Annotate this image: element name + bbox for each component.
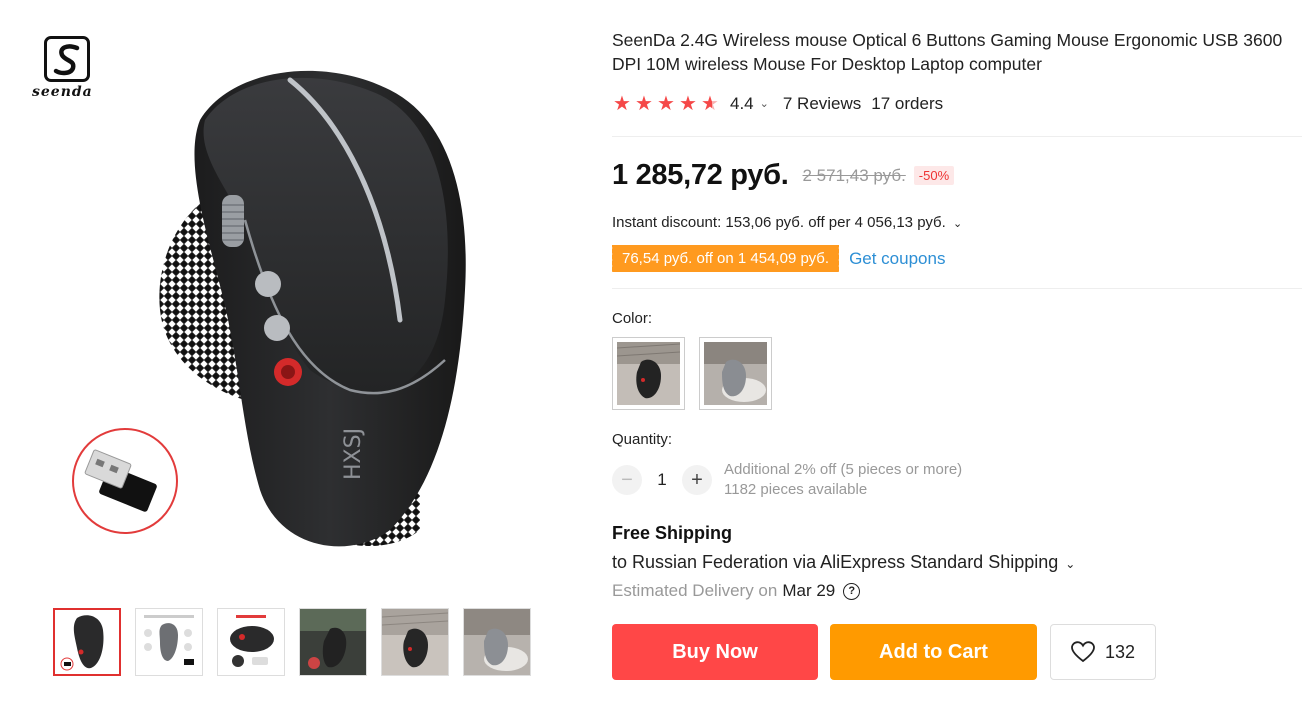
shipping-title: Free Shipping (612, 523, 733, 543)
reviews-link[interactable]: 7 Reviews (783, 94, 861, 114)
estimated-delivery: Estimated Delivery on Mar 29 ? (612, 581, 1302, 601)
buy-now-button[interactable]: Buy Now (612, 624, 818, 680)
chevron-down-icon: ⌄ (952, 218, 963, 230)
svg-text:HXSJ: HXSJ (341, 428, 366, 480)
current-price: 1 285,72 руб. (612, 159, 789, 191)
divider (612, 288, 1302, 289)
price-row: 1 285,72 руб. 2 571,43 руб. -50% (612, 159, 1302, 192)
discount-badge: -50% (913, 166, 955, 185)
orders-count: 17 orders (871, 93, 944, 113)
quantity-value[interactable]: 1 (642, 470, 682, 490)
coupon-badge: 76,54 руб. off on 1 454,09 руб. (609, 245, 840, 272)
instant-discount-text: Instant discount: 153,06 руб. off per 4 … (612, 214, 946, 231)
wishlist-count: 132 (1104, 641, 1136, 662)
divider (612, 136, 1302, 137)
quantity-decrease-button[interactable]: − (612, 465, 642, 495)
usb-receiver-image (72, 428, 178, 534)
stock-available-text: 1182 pieces available (724, 481, 868, 498)
thumbnail-strip (53, 608, 531, 676)
estimated-delivery-label: Estimated Delivery on (612, 581, 778, 600)
color-swatches (612, 337, 1302, 410)
product-info: SeenDa 2.4G Wireless mouse Optical 6 But… (609, 28, 1302, 680)
quantity-stepper: − 1 + Additional 2% off (5 pieces or mor… (612, 460, 1302, 500)
star-icon: ★ (635, 93, 653, 115)
rating-row: ★ ★ ★ ★ ★ 4.4 ⌄ 7 Reviews 17 orders (612, 91, 1302, 116)
star-rating: ★ ★ ★ ★ ★ (612, 91, 720, 116)
thumbnail-4[interactable] (299, 608, 367, 676)
thumbnail-2[interactable] (135, 608, 203, 676)
get-coupons-link[interactable]: Get coupons (849, 249, 945, 269)
bulk-discount-text: Additional 2% off (5 pieces or more) (724, 461, 963, 478)
thumbnail-1[interactable] (53, 608, 121, 676)
shipping-method[interactable]: to Russian Federation via AliExpress Sta… (612, 552, 1302, 573)
estimated-delivery-date: Mar 29 (782, 581, 836, 600)
product-title: SeenDa 2.4G Wireless mouse Optical 6 But… (612, 30, 1283, 74)
chevron-down-icon: ⌄ (1065, 557, 1076, 571)
coupon-row: 76,54 руб. off on 1 454,09 руб. Get coup… (609, 245, 1302, 272)
star-icon: ★ (613, 93, 631, 115)
rating-value[interactable]: 4.4 (730, 94, 754, 114)
wishlist-button[interactable]: 132 (1050, 624, 1156, 680)
star-half-icon: ★ (701, 93, 719, 115)
add-to-cart-button[interactable]: Add to Cart (830, 624, 1037, 680)
product-gallery: seenda HXSJ (0, 0, 590, 719)
shipping-method-text: to Russian Federation via AliExpress Sta… (612, 552, 1059, 572)
thumbnail-5[interactable] (381, 608, 449, 676)
color-option-gray[interactable] (699, 337, 772, 410)
thumbnail-3[interactable] (217, 608, 285, 676)
star-icon: ★ (657, 93, 675, 115)
chevron-down-icon[interactable]: ⌄ (760, 97, 769, 110)
original-price: 2 571,43 руб. (802, 165, 906, 185)
quantity-info: Additional 2% off (5 pieces or more) 118… (724, 460, 962, 500)
help-icon[interactable]: ? (843, 582, 861, 600)
heart-icon (1071, 641, 1095, 663)
color-option-black[interactable] (612, 337, 685, 410)
action-buttons: Buy Now Add to Cart 132 (612, 624, 1302, 680)
star-icon: ★ (679, 93, 697, 115)
color-label: Color: (612, 310, 653, 327)
instant-discount[interactable]: Instant discount: 153,06 руб. off per 4 … (612, 214, 1302, 231)
quantity-label: Quantity: (612, 431, 673, 448)
thumbnail-6[interactable] (463, 608, 531, 676)
quantity-increase-button[interactable]: + (682, 465, 712, 495)
